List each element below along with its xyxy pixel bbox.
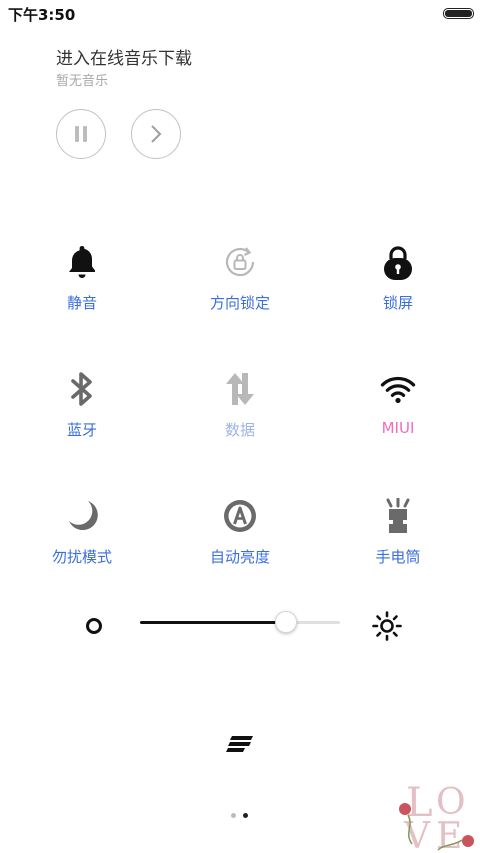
toggle-label-data: 数据 <box>224 421 255 439</box>
brightness-slider-thumb[interactable] <box>275 611 297 633</box>
bluetooth-icon <box>64 371 100 407</box>
toggle-silent[interactable]: 静音 <box>22 244 142 313</box>
auto-brightness-icon <box>222 498 258 534</box>
page-dot-2 <box>243 813 248 818</box>
toggle-label-auto-brightness: 自动亮度 <box>209 548 270 566</box>
toggle-flashlight[interactable]: 手电筒 <box>338 498 458 567</box>
toggle-auto-brightness[interactable]: 自动亮度 <box>180 498 300 567</box>
toggle-label-wifi: MIUI <box>381 419 415 437</box>
pause-icon <box>75 126 87 142</box>
rose-2 <box>462 835 474 847</box>
status-time: 下午3:50 <box>8 6 76 24</box>
toggle-label-rotation-lock: 方向锁定 <box>209 294 270 312</box>
love-decoration: L O V E <box>399 780 474 853</box>
toggle-label-silent: 静音 <box>66 294 97 312</box>
page-dot-1 <box>231 813 236 818</box>
toggle-bluetooth[interactable]: 蓝牙 <box>22 371 142 440</box>
music-title[interactable]: 进入在线音乐下载 <box>56 44 192 69</box>
brightness-low-icon <box>86 618 102 634</box>
brightness-slider-fill <box>140 621 286 624</box>
brightness-slider[interactable] <box>140 611 340 633</box>
flashlight-icon <box>380 498 416 534</box>
toggle-data[interactable]: 数据 <box>180 371 300 440</box>
menu-icon[interactable] <box>226 734 254 754</box>
padlock-icon <box>380 244 416 280</box>
rose-1 <box>399 803 411 815</box>
next-button[interactable] <box>131 109 181 159</box>
moon-icon <box>64 498 100 534</box>
data-sync-icon <box>222 371 258 407</box>
bell-icon <box>64 244 100 280</box>
toggle-label-bluetooth: 蓝牙 <box>66 421 97 439</box>
page-indicator <box>231 813 248 818</box>
pause-button[interactable] <box>56 109 106 159</box>
wifi-icon <box>380 371 416 407</box>
love-letter-v: V <box>403 816 431 853</box>
toggle-label-flashlight: 手电筒 <box>375 548 421 566</box>
music-subtitle: 暂无音乐 <box>56 74 109 89</box>
chevron-right-icon <box>151 125 162 143</box>
toggle-lock-screen[interactable]: 锁屏 <box>338 244 458 313</box>
toggle-rotation-lock[interactable]: 方向锁定 <box>180 244 300 313</box>
battery-icon <box>443 8 474 19</box>
toggle-label-lock-screen: 锁屏 <box>382 294 413 312</box>
rotation-lock-icon <box>222 244 258 280</box>
sun-icon <box>372 611 402 641</box>
battery-fill <box>445 10 472 17</box>
toggle-wifi[interactable]: MIUI <box>338 371 458 437</box>
toggle-do-not-disturb[interactable]: 勿扰模式 <box>22 498 142 567</box>
love-letter-e: E <box>436 816 462 853</box>
toggle-label-do-not-disturb: 勿扰模式 <box>51 548 112 566</box>
